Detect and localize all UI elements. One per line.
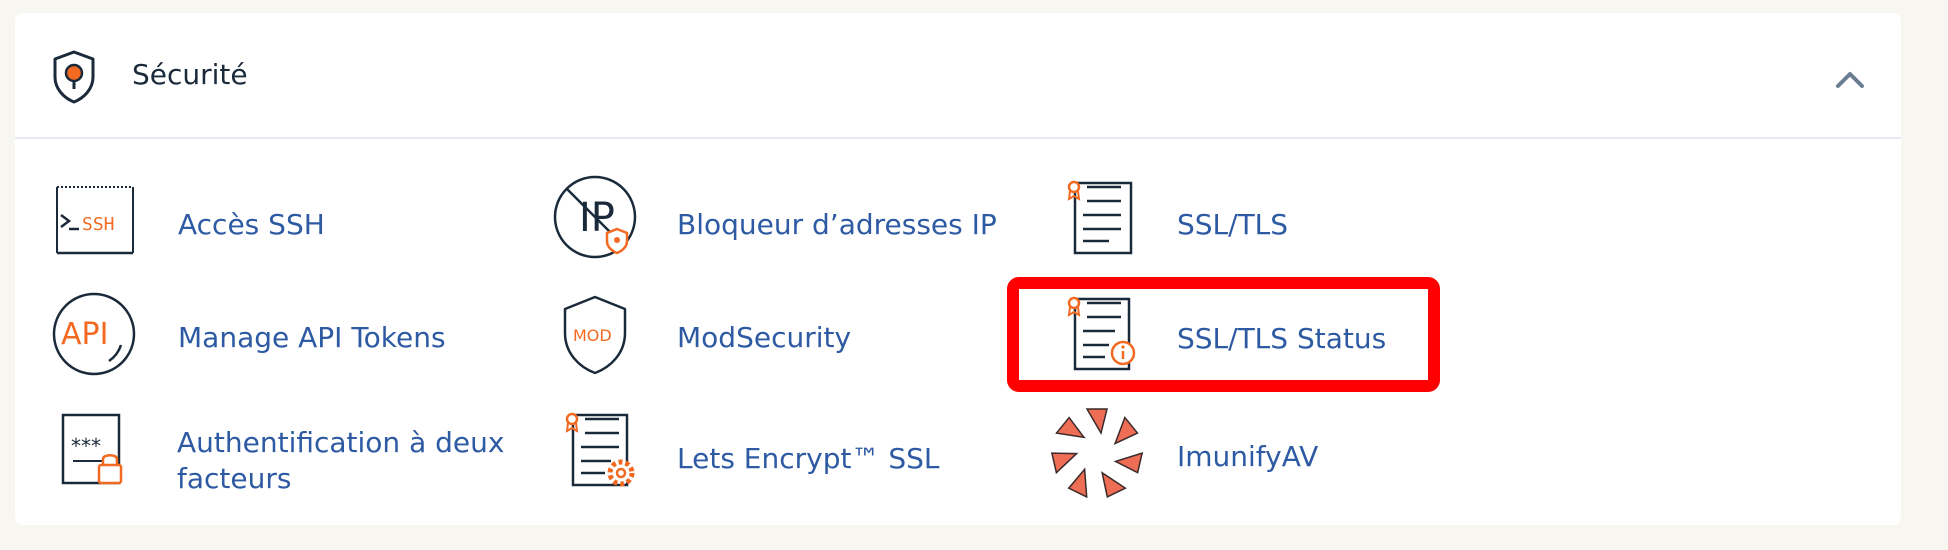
panel-header[interactable]: Sécurité [15, 13, 1901, 139]
svg-text:API: API [61, 317, 108, 352]
api-icon: API [52, 292, 136, 376]
tool-label[interactable]: Lets Encrypt™ SSL [677, 441, 940, 477]
security-panel: Sécurité SSH Accès SSH IP Bloqueur d’adr… [15, 13, 1901, 525]
tool-lets-encrypt[interactable]: Lets Encrypt™ SSL [559, 411, 959, 511]
tool-label[interactable]: Bloqueur d’adresses IP [677, 207, 997, 243]
tool-label[interactable]: Manage API Tokens [178, 320, 446, 356]
svg-text:MOD: MOD [573, 326, 612, 345]
panel-title: Sécurité [132, 58, 248, 91]
tool-label[interactable]: Accès SSH [178, 207, 325, 243]
tool-two-factor-auth[interactable]: *** Authentification à deux facteurs [59, 411, 519, 511]
certificate-icon [1067, 180, 1133, 255]
tool-ssh-access[interactable]: SSH Accès SSH [53, 181, 453, 281]
shield-pin-icon [53, 50, 95, 104]
ip-blocker-icon: IP [553, 175, 637, 259]
tool-label[interactable]: ImunifyAV [1177, 439, 1318, 475]
tool-ip-blocker[interactable]: IP Bloqueur d’adresses IP [551, 173, 1011, 273]
tool-manage-api-tokens[interactable]: API Manage API Tokens [51, 291, 471, 391]
highlight-box [1007, 277, 1440, 392]
svg-text:***: *** [71, 434, 101, 458]
ssh-terminal-icon: SSH [56, 186, 134, 255]
tool-modsecurity[interactable]: MOD ModSecurity [559, 293, 879, 393]
tool-label-line1[interactable]: Authentification à deux [177, 425, 504, 461]
certificate-gear-icon [565, 412, 635, 487]
tool-imunifyav[interactable]: ImunifyAV [1049, 403, 1369, 503]
tool-label-line2[interactable]: facteurs [177, 461, 291, 497]
imunify-icon [1050, 408, 1144, 499]
tool-label[interactable]: ModSecurity [677, 320, 851, 356]
two-factor-icon: *** [61, 413, 123, 485]
svg-text:SSH: SSH [82, 214, 115, 235]
tool-ssl-tls[interactable]: SSL/TLS [1059, 177, 1359, 277]
mod-shield-icon: MOD [563, 295, 627, 375]
chevron-up-icon[interactable] [1833, 65, 1867, 95]
tool-label[interactable]: SSL/TLS [1177, 207, 1288, 243]
